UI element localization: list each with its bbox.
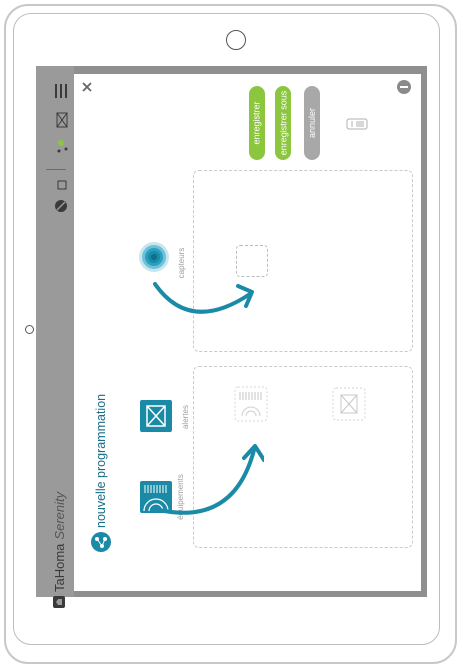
home-button[interactable] [25, 325, 34, 334]
brand-suffix: Serenity [51, 491, 67, 540]
program-logo-icon [91, 532, 111, 552]
page-title: nouvelle programmation [90, 382, 112, 552]
save-as-button[interactable]: enregistrer sous [275, 86, 291, 160]
camera-icon [226, 30, 246, 50]
save-button[interactable]: enregistrer [249, 86, 265, 160]
cancel-button[interactable]: annuler [304, 86, 320, 160]
list-icon[interactable] [346, 118, 368, 130]
page-title-text: nouvelle programmation [94, 393, 108, 528]
home-logo-icon [53, 596, 65, 608]
programming-panel: enregistrer enregistrer sous annuler cap… [74, 74, 421, 591]
menu-icon[interactable] [54, 83, 68, 99]
alert-icon[interactable] [140, 400, 172, 432]
disabled-icon[interactable] [54, 199, 68, 213]
alerts-label: alertes [181, 405, 190, 430]
equipment-drop-target[interactable] [234, 386, 268, 422]
arrow-icon [153, 282, 254, 314]
alert-drop-target[interactable] [332, 387, 366, 421]
sidebar: TaHoma Serenity [36, 66, 74, 608]
sidebar-divider [46, 169, 66, 170]
network-icon[interactable] [56, 138, 70, 154]
close-icon[interactable] [82, 82, 92, 92]
camera-small-icon[interactable] [57, 179, 67, 191]
brand-logo: TaHoma Serenity [50, 458, 68, 608]
arrow-icon [157, 444, 264, 515]
collapse-icon[interactable] [397, 80, 411, 94]
brand-name: TaHoma [51, 543, 67, 592]
mail-icon[interactable] [56, 112, 68, 128]
